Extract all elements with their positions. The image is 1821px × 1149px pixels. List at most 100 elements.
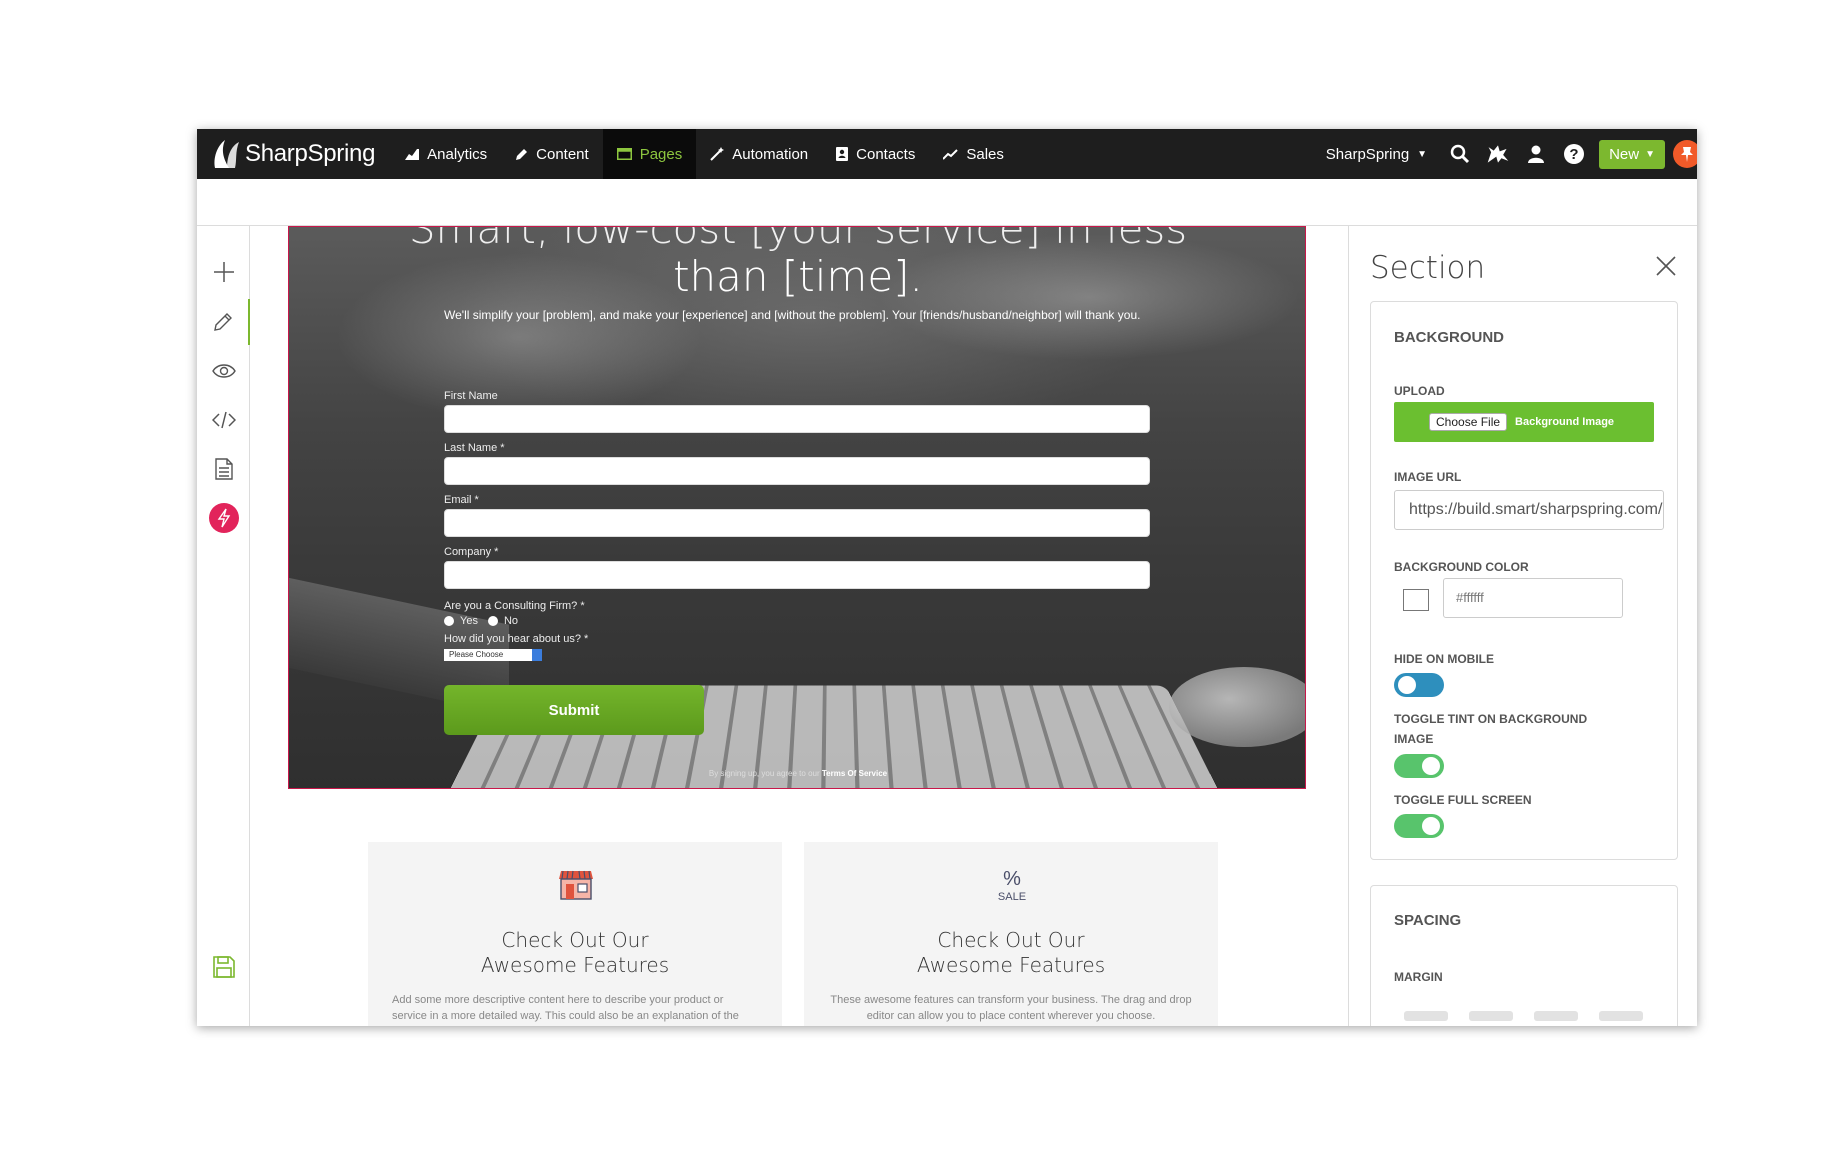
caret-down-icon: ▼ (1645, 148, 1655, 160)
email-input[interactable] (444, 509, 1150, 537)
margin-left-input[interactable] (1599, 1011, 1643, 1021)
new-button-label: New (1609, 145, 1640, 163)
wand-icon (710, 147, 725, 161)
radio-yes-label: Yes (460, 615, 478, 627)
fullscreen-label: TOGGLE FULL SCREEN (1394, 793, 1532, 807)
hero-title-line2: than [time]. (673, 252, 923, 301)
caret-down-icon: ▼ (1417, 148, 1428, 160)
svg-text:SALE: SALE (998, 891, 1026, 903)
window-icon (616, 148, 632, 160)
hide-mobile-toggle[interactable] (1394, 673, 1444, 697)
feature-title-1-line2: Awesome Features (480, 953, 670, 977)
nav-sales[interactable]: Sales (929, 129, 1018, 179)
code-button[interactable] (197, 397, 250, 443)
add-element-button[interactable] (197, 249, 250, 295)
pencil-icon (213, 313, 232, 331)
hero-subtitle[interactable]: We'll simplify your [problem], and make … (444, 305, 1144, 326)
nav-analytics-label: Analytics (427, 145, 488, 163)
account-switcher[interactable]: SharpSpring ▼ (1326, 146, 1427, 163)
feature-desc-1: Add some more descriptive content here t… (392, 994, 739, 1022)
radio-no[interactable] (487, 616, 498, 626)
nav-contacts[interactable]: Contacts (822, 129, 929, 179)
nav-content-label: Content (536, 145, 589, 163)
analytics-icon (405, 149, 420, 160)
document-icon (214, 458, 233, 480)
bg-color-label: BACKGROUND COLOR (1394, 560, 1529, 574)
select-arrow-icon (532, 649, 542, 661)
contact-book-icon (836, 147, 849, 161)
lightning-icon (208, 503, 239, 533)
feature-card-2[interactable]: % SALE Check Out Our Awesome Features Th… (804, 842, 1218, 1026)
user-icon[interactable] (1524, 142, 1548, 166)
editor-canvas: Smart, low-cost [your service] in less t… (250, 226, 1348, 1026)
account-label: SharpSpring (1325, 145, 1410, 163)
nav-pages[interactable]: Pages (602, 129, 697, 179)
nav-sales-label: Sales (966, 145, 1004, 163)
upload-button-text: Background Image (1515, 416, 1615, 428)
new-button[interactable]: New ▼ (1599, 139, 1665, 169)
close-icon[interactable] (1654, 254, 1678, 278)
pencil-icon (516, 148, 528, 160)
tint-label-line2: IMAGE (1394, 732, 1434, 746)
choose-file-button[interactable]: Choose File (1429, 413, 1508, 431)
submit-button[interactable]: Submit (444, 685, 704, 735)
nav-analytics[interactable]: Analytics (391, 129, 501, 179)
eye-icon (211, 364, 236, 378)
last-name-label: Last Name * (444, 442, 505, 454)
left-toolbar (197, 226, 250, 1026)
first-name-input[interactable] (444, 405, 1150, 433)
edit-button[interactable] (197, 299, 250, 345)
tint-label-line1: TOGGLE TINT ON BACKGROUND (1394, 712, 1588, 726)
terms-text: By signing up, you agree to our Terms Of… (289, 769, 1305, 778)
code-icon (211, 411, 236, 429)
select-value: Please Choose (449, 650, 504, 659)
nav-automation[interactable]: Automation (696, 129, 822, 179)
terms-link[interactable]: Terms Of Service (822, 769, 887, 778)
logo[interactable]: SharpSpring (211, 129, 375, 179)
feature-title-2-line1: Check Out Our (937, 928, 1085, 952)
hear-about-select[interactable]: Please Choose (444, 649, 542, 661)
radio-yes[interactable] (444, 616, 454, 626)
feature-card-1[interactable]: Check Out Our Awesome Features Add some … (368, 842, 782, 1026)
feature-title-1: Check Out Our Awesome Features (368, 928, 782, 978)
image-url-input[interactable]: https://build.smart/sharpspring.com/ (1394, 490, 1664, 530)
bg-color-input[interactable]: #ffffff (1443, 578, 1623, 618)
preview-button[interactable] (197, 348, 250, 394)
actions-button[interactable] (197, 495, 250, 541)
editor-subbar (197, 179, 1697, 226)
fullscreen-toggle[interactable] (1394, 814, 1444, 838)
save-icon (212, 956, 235, 978)
margin-top-input[interactable] (1404, 1011, 1448, 1021)
toggle-knob (1422, 757, 1440, 775)
tint-toggle[interactable] (1394, 754, 1444, 778)
color-swatch[interactable] (1403, 589, 1429, 611)
company-input[interactable] (444, 561, 1150, 589)
svg-text:%: % (1003, 868, 1021, 890)
nav-right: SharpSpring ▼ ? New ▼ (1326, 129, 1697, 179)
hide-mobile-label: HIDE ON MOBILE (1394, 652, 1495, 666)
logo-text: SharpSpring (245, 140, 376, 167)
last-name-input[interactable] (444, 457, 1150, 485)
nav-content[interactable]: Content (501, 129, 603, 179)
company-label: Company * (444, 546, 499, 558)
feature-title-1-line1: Check Out Our (501, 928, 649, 952)
save-button[interactable] (197, 944, 250, 990)
margin-right-input[interactable] (1469, 1011, 1513, 1021)
hero-title[interactable]: Smart, low-cost [your service] in less t… (289, 226, 1305, 301)
nav-contacts-label: Contacts (856, 145, 916, 163)
pin-icon[interactable] (1673, 140, 1697, 168)
margin-bottom-input[interactable] (1534, 1011, 1578, 1021)
hero-title-line1: Smart, low-cost [your service] in less (408, 226, 1188, 253)
margin-label: MARGIN (1394, 970, 1443, 984)
page-settings-button[interactable] (197, 446, 250, 492)
first-name-label: First Name (444, 390, 498, 402)
trend-icon (943, 148, 959, 160)
toggle-knob (1422, 817, 1440, 835)
upload-background-button[interactable]: Choose File Background Image (1394, 402, 1654, 442)
search-icon[interactable] (1448, 142, 1472, 166)
mascot-icon[interactable] (1486, 142, 1510, 166)
plus-icon (213, 262, 234, 282)
help-icon[interactable]: ? (1562, 142, 1586, 166)
hero-section[interactable]: Smart, low-cost [your service] in less t… (288, 226, 1306, 789)
mouse-image (1169, 667, 1305, 747)
